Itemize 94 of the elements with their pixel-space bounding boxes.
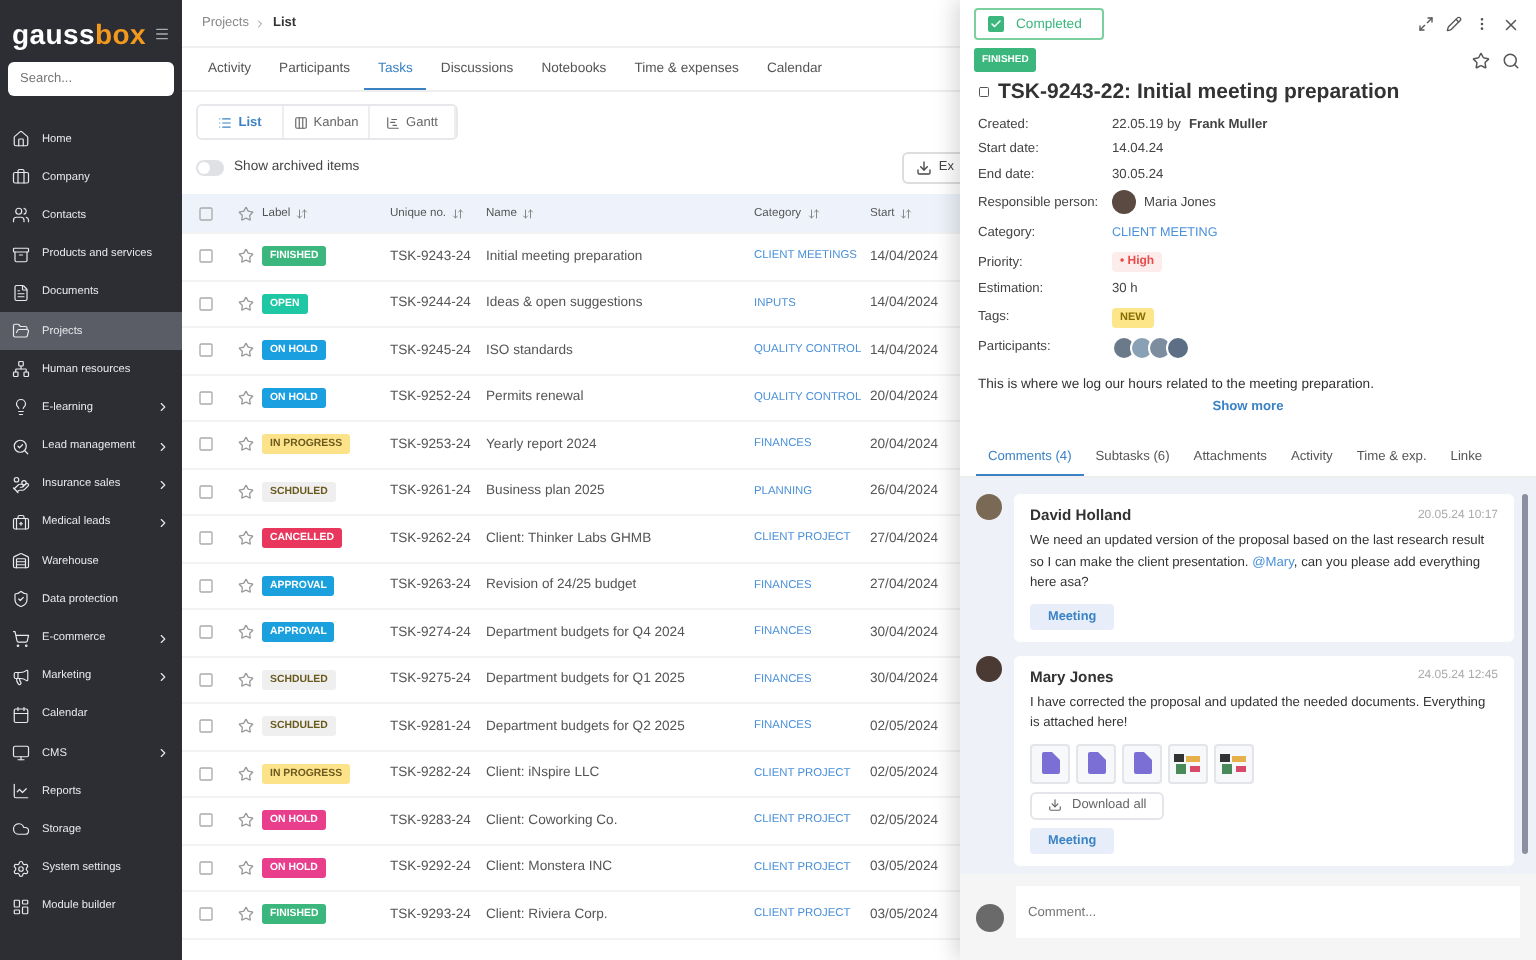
checkbox[interactable] <box>198 624 214 641</box>
zip-file-thumbnail[interactable] <box>1122 743 1162 784</box>
checkbox[interactable] <box>198 436 214 453</box>
chevron-icon <box>156 477 170 492</box>
checkbox[interactable] <box>198 248 214 265</box>
people-icon <box>12 206 30 225</box>
network-icon <box>12 360 30 379</box>
sort-icon[interactable] <box>807 207 820 219</box>
star-icon[interactable] <box>238 906 254 923</box>
star-icon[interactable] <box>238 718 254 735</box>
cloud-icon <box>12 820 30 839</box>
checkbox[interactable] <box>198 483 214 500</box>
checkbox[interactable] <box>198 671 214 688</box>
cart-icon <box>12 629 30 648</box>
chevron-icon <box>156 439 170 454</box>
image-thumbnail[interactable] <box>1168 743 1208 784</box>
gear-icon <box>12 859 30 878</box>
sort-icon[interactable] <box>452 207 465 219</box>
search-icon[interactable] <box>1502 51 1520 69</box>
avatar <box>1148 335 1172 359</box>
expand-icon[interactable] <box>1418 16 1434 32</box>
star-icon[interactable] <box>238 671 254 688</box>
folder-icon <box>12 322 30 341</box>
sort-icon[interactable] <box>522 207 535 219</box>
logo: gaussbox <box>12 18 146 50</box>
columns-icon <box>293 115 308 129</box>
avatar <box>1166 335 1190 359</box>
avatar <box>1130 335 1154 359</box>
archive-box-icon <box>12 245 30 264</box>
star-icon[interactable] <box>238 812 254 829</box>
checkbox[interactable] <box>198 342 214 359</box>
star-icon[interactable] <box>238 859 254 876</box>
star-icon[interactable] <box>238 295 254 312</box>
download-icon <box>916 159 933 175</box>
document-icon <box>12 283 30 302</box>
checkbox[interactable] <box>198 812 214 829</box>
pencil-icon[interactable] <box>1446 16 1462 32</box>
checkbox[interactable] <box>198 906 214 923</box>
megaphone-icon <box>12 667 30 686</box>
magnifier-icon <box>12 437 30 456</box>
chevron-icon <box>254 17 267 29</box>
hand-coins-icon <box>12 475 30 494</box>
calendar-icon <box>12 705 30 724</box>
avatar <box>976 655 1002 682</box>
briefcase-icon <box>12 168 30 187</box>
avatar <box>1112 335 1136 359</box>
chevron-icon <box>156 400 170 415</box>
chevron-icon <box>156 746 170 761</box>
star-icon[interactable] <box>238 483 254 500</box>
avatar <box>1112 190 1136 214</box>
zip-file-thumbnail[interactable] <box>1076 743 1116 784</box>
chevron-icon <box>156 515 170 530</box>
line-chart-icon <box>12 782 30 801</box>
download-icon <box>1048 798 1062 813</box>
star-icon[interactable] <box>238 624 254 641</box>
avatar <box>976 494 1002 520</box>
star-icon[interactable] <box>238 765 254 782</box>
house-icon <box>12 130 30 149</box>
checkbox[interactable] <box>198 389 214 406</box>
star-icon[interactable] <box>238 436 254 453</box>
layout-icon <box>12 897 30 916</box>
chevron-icon <box>156 669 170 684</box>
checkbox[interactable] <box>198 718 214 735</box>
shield-check-icon <box>12 590 30 609</box>
checkbox[interactable] <box>198 859 214 876</box>
sort-icon[interactable] <box>296 207 309 219</box>
chevron-icon <box>156 631 170 646</box>
gantt-chart-icon <box>386 115 401 129</box>
checkbox[interactable] <box>198 765 214 782</box>
task-title: TSK-9243-22: Initial meeting preparation <box>998 80 1400 104</box>
checkbox[interactable] <box>198 577 214 594</box>
checkbox-icon <box>978 86 990 98</box>
star-icon[interactable] <box>238 342 254 359</box>
star-icon[interactable] <box>238 389 254 406</box>
warehouse-icon <box>12 552 30 571</box>
avatar <box>976 903 1004 931</box>
image-thumbnail[interactable] <box>1214 743 1254 784</box>
checkbox[interactable] <box>198 530 214 547</box>
close-icon[interactable] <box>1502 15 1520 33</box>
star-icon[interactable] <box>238 248 254 265</box>
toggle-switch[interactable] <box>196 159 224 175</box>
monitor-icon <box>12 744 30 763</box>
star-icon[interactable] <box>1472 51 1490 69</box>
medical-case-icon <box>12 513 30 532</box>
list-icon <box>218 115 233 129</box>
checkbox[interactable] <box>198 205 214 221</box>
star-icon[interactable] <box>238 577 254 594</box>
sort-icon[interactable] <box>900 207 913 219</box>
checkbox[interactable] <box>198 295 214 312</box>
zip-file-thumbnail[interactable] <box>1030 743 1070 784</box>
scrollbar[interactable] <box>1522 494 1528 854</box>
menu-icon[interactable] <box>154 26 170 42</box>
star-icon[interactable] <box>238 205 254 221</box>
star-icon[interactable] <box>238 530 254 547</box>
